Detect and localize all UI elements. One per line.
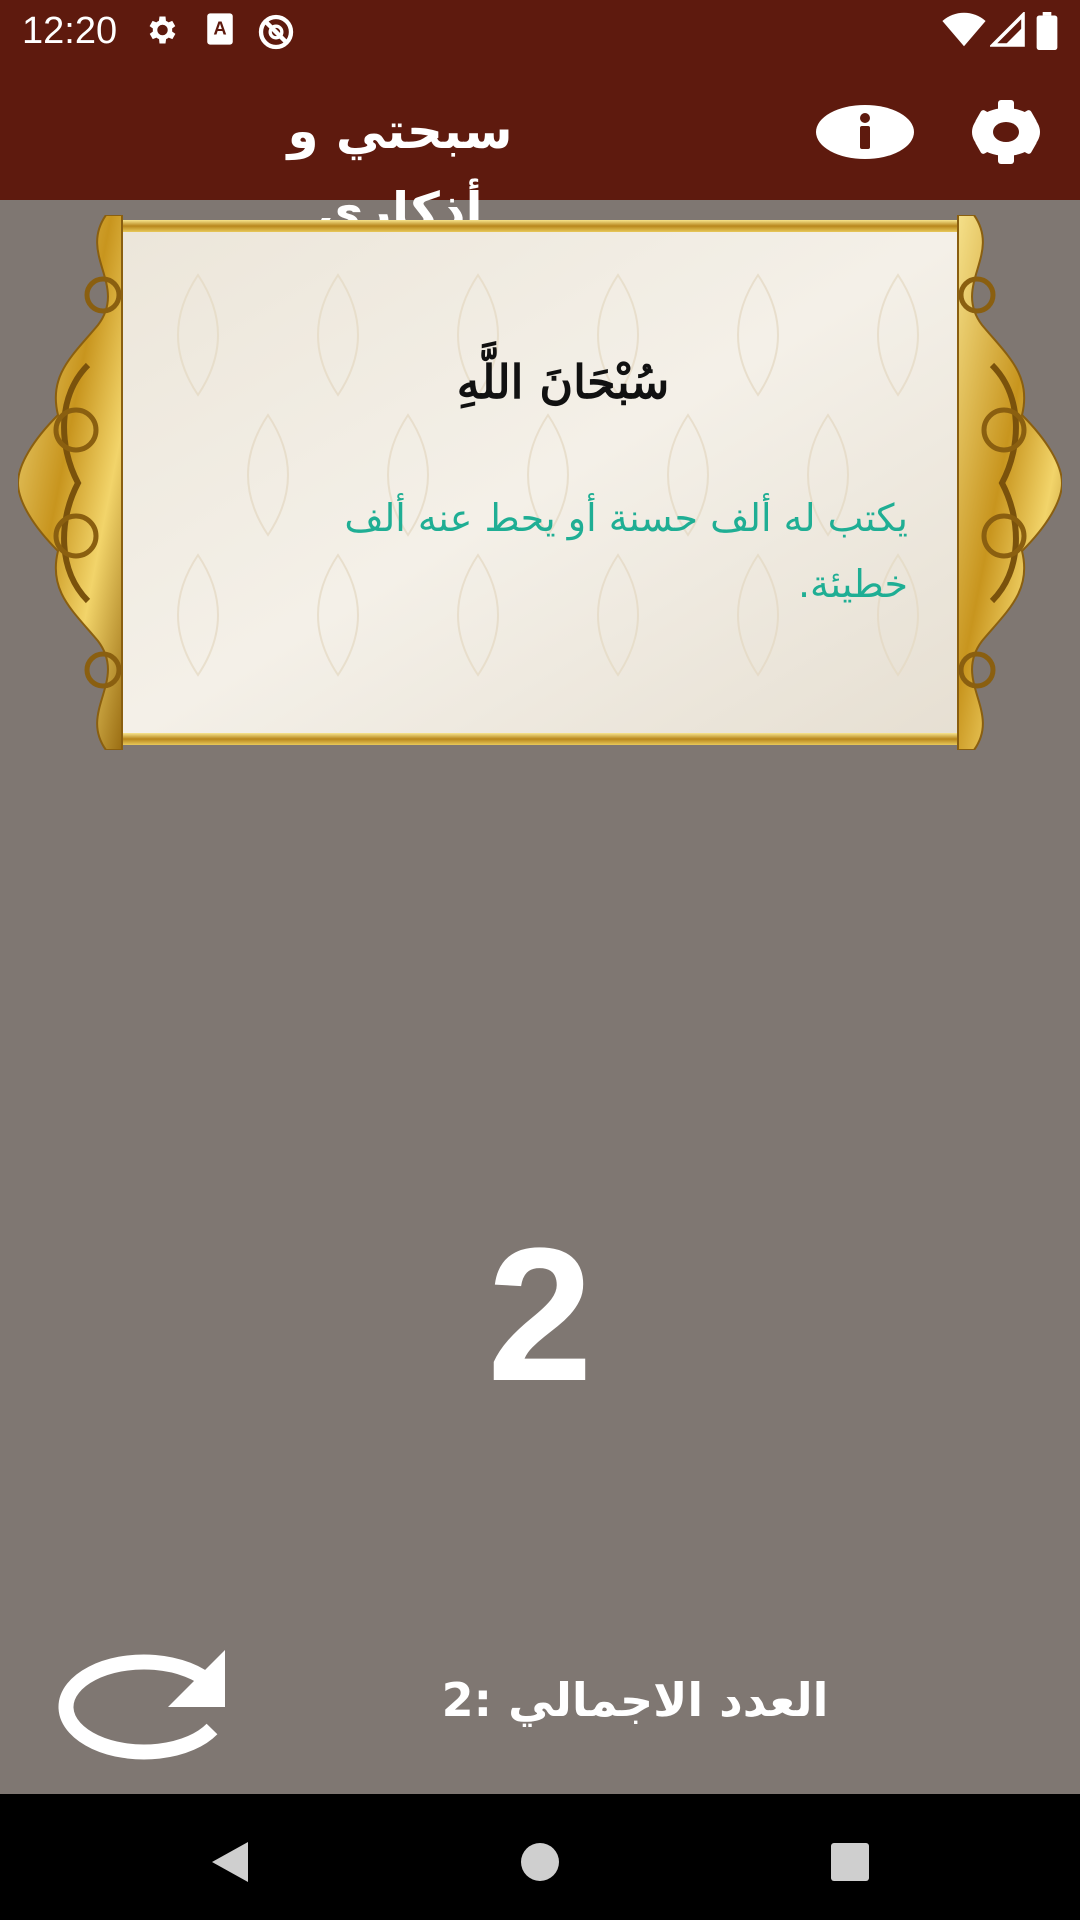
- dhikr-virtue: يكتب له ألف حسنة أو يحط عنه ألف خطيئة.: [344, 496, 908, 606]
- dhikr-card: سُبْحَانَ اللَّهِ يكتب له ألف حسنة أو يح…: [18, 215, 1062, 750]
- tasbih-counter[interactable]: 2: [0, 1215, 1080, 1415]
- status-bar: 12:20 A: [0, 0, 1080, 63]
- ornate-frame: [18, 215, 1062, 750]
- signal-icon: [990, 12, 1025, 47]
- info-icon[interactable]: [815, 103, 915, 161]
- battery-icon: [1036, 12, 1058, 50]
- back-icon[interactable]: [200, 1832, 260, 1892]
- home-icon[interactable]: [510, 1832, 570, 1892]
- do-not-disturb-icon: [258, 14, 294, 50]
- recents-icon[interactable]: [820, 1832, 880, 1892]
- navigation-bar: [0, 1794, 1080, 1920]
- wifi-icon: [942, 12, 986, 47]
- total-count: العدد الاجمالي :2: [441, 1673, 829, 1727]
- gear-icon[interactable]: [958, 100, 1054, 164]
- settings-icon: [149, 16, 176, 44]
- refresh-icon[interactable]: [40, 1645, 230, 1760]
- dhikr-text: سُبْحَانَ اللَّهِ: [456, 355, 670, 409]
- keyboard-a-icon: A: [207, 13, 233, 45]
- status-time: 12:20: [22, 10, 118, 52]
- svg-text:A: A: [213, 18, 226, 39]
- app-bar: سبحتي و أذكاري: [0, 63, 1080, 240]
